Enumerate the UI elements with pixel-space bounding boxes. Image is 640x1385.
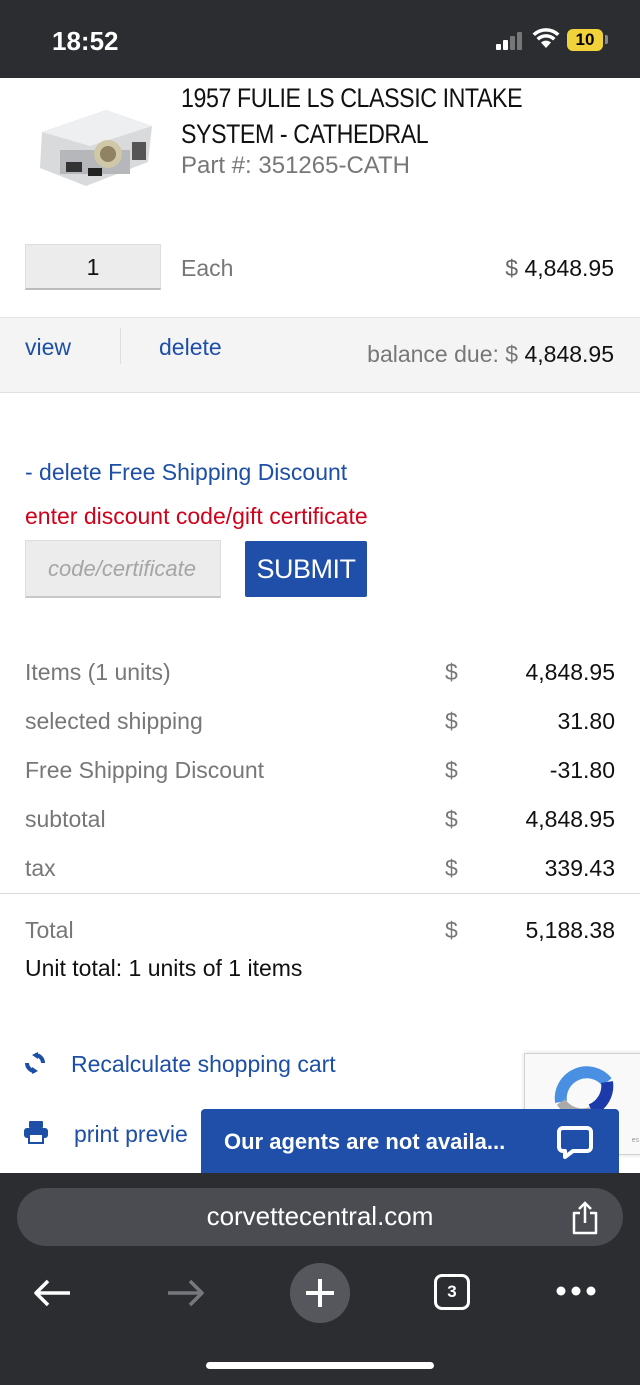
printer-icon[interactable] bbox=[24, 1120, 48, 1144]
chat-widget[interactable]: Our agents are not availa... bbox=[201, 1109, 619, 1173]
discount-prompt: enter discount code/gift certificate bbox=[25, 503, 368, 529]
summary-value: 4,848.95 bbox=[525, 806, 615, 832]
plus-icon bbox=[306, 1279, 334, 1307]
chat-bubble-icon bbox=[557, 1126, 593, 1159]
summary-value: -31.80 bbox=[549, 757, 615, 783]
discount-code-input[interactable] bbox=[25, 540, 221, 598]
more-options-icon[interactable] bbox=[556, 1285, 596, 1297]
balance-currency: $ bbox=[505, 341, 519, 367]
url-text[interactable]: corvettecentral.com bbox=[0, 1201, 640, 1232]
total-value: 5,188.38 bbox=[525, 917, 615, 943]
quantity-input[interactable]: 1 bbox=[25, 244, 161, 290]
summary-label: selected shipping bbox=[25, 708, 203, 734]
balance-amount: 4,848.95 bbox=[524, 341, 614, 367]
battery-icon: 10 bbox=[567, 29, 603, 51]
battery-tip bbox=[605, 35, 608, 44]
summary-divider bbox=[0, 893, 640, 894]
summary-currency: $ bbox=[445, 757, 458, 783]
delete-discount-link[interactable]: - delete Free Shipping Discount bbox=[25, 459, 347, 486]
unit-total: Unit total: 1 units of 1 items bbox=[25, 955, 303, 981]
refresh-icon[interactable] bbox=[24, 1052, 46, 1074]
total-label: Total bbox=[25, 917, 74, 943]
summary-row-tax: tax $ 339.43 bbox=[25, 855, 615, 885]
status-bar: 18:52 10 bbox=[0, 0, 640, 78]
summary-label: tax bbox=[25, 855, 56, 881]
back-arrow-icon[interactable] bbox=[32, 1277, 72, 1309]
summary-row-subtotal: subtotal $ 4,848.95 bbox=[25, 806, 615, 836]
line-price-currency: $ bbox=[505, 255, 519, 281]
summary-currency: $ bbox=[445, 659, 458, 685]
delete-link[interactable]: delete bbox=[159, 334, 222, 361]
summary-value: 31.80 bbox=[557, 708, 615, 734]
line-price-amount: 4,848.95 bbox=[524, 255, 614, 281]
recaptcha-icon bbox=[554, 1066, 614, 1114]
summary-currency: $ bbox=[445, 855, 458, 881]
product-title[interactable]: 1957 FULIE LS CLASSIC INTAKE SYSTEM - CA… bbox=[181, 80, 620, 152]
summary-row-discount: Free Shipping Discount $ -31.80 bbox=[25, 757, 615, 787]
summary-row-items: Items (1 units) $ 4,848.95 bbox=[25, 659, 615, 689]
summary-value: 339.43 bbox=[544, 855, 615, 881]
summary-label: subtotal bbox=[25, 806, 106, 832]
summary-label: Items (1 units) bbox=[25, 659, 171, 685]
chat-status-text: Our agents are not availa... bbox=[224, 1129, 506, 1154]
total-currency: $ bbox=[445, 917, 458, 943]
new-tab-button[interactable] bbox=[290, 1263, 350, 1323]
summary-currency: $ bbox=[445, 708, 458, 734]
summary-value: 4,848.95 bbox=[525, 659, 615, 685]
summary-label: Free Shipping Discount bbox=[25, 757, 265, 783]
wifi-icon bbox=[532, 28, 560, 48]
print-preview-link[interactable]: print previe bbox=[74, 1121, 188, 1148]
line-price: $ 4,848.95 bbox=[505, 255, 614, 282]
submit-discount-button[interactable]: SUBMIT bbox=[245, 541, 367, 597]
recaptcha-text: es bbox=[631, 1137, 639, 1144]
share-icon[interactable] bbox=[570, 1201, 600, 1235]
part-number: Part #: 351265-CATH bbox=[181, 152, 410, 179]
home-indicator bbox=[206, 1362, 434, 1369]
balance-label: balance due: bbox=[367, 341, 499, 367]
balance-due: balance due: $ 4,848.95 bbox=[367, 341, 614, 368]
forward-arrow-icon[interactable] bbox=[166, 1277, 206, 1309]
recalculate-cart-link[interactable]: Recalculate shopping cart bbox=[71, 1051, 336, 1078]
summary-row-shipping: selected shipping $ 31.80 bbox=[25, 708, 615, 738]
unit-label: Each bbox=[181, 255, 234, 281]
action-divider bbox=[120, 328, 121, 364]
view-link[interactable]: view bbox=[25, 334, 71, 361]
product-image[interactable] bbox=[36, 102, 158, 194]
summary-currency: $ bbox=[445, 806, 458, 832]
cellular-signal-icon bbox=[496, 32, 522, 50]
summary-row-total: Total $ 5,188.38 bbox=[25, 917, 615, 947]
tabs-button[interactable]: 3 bbox=[434, 1274, 470, 1310]
status-time: 18:52 bbox=[52, 26, 119, 56]
